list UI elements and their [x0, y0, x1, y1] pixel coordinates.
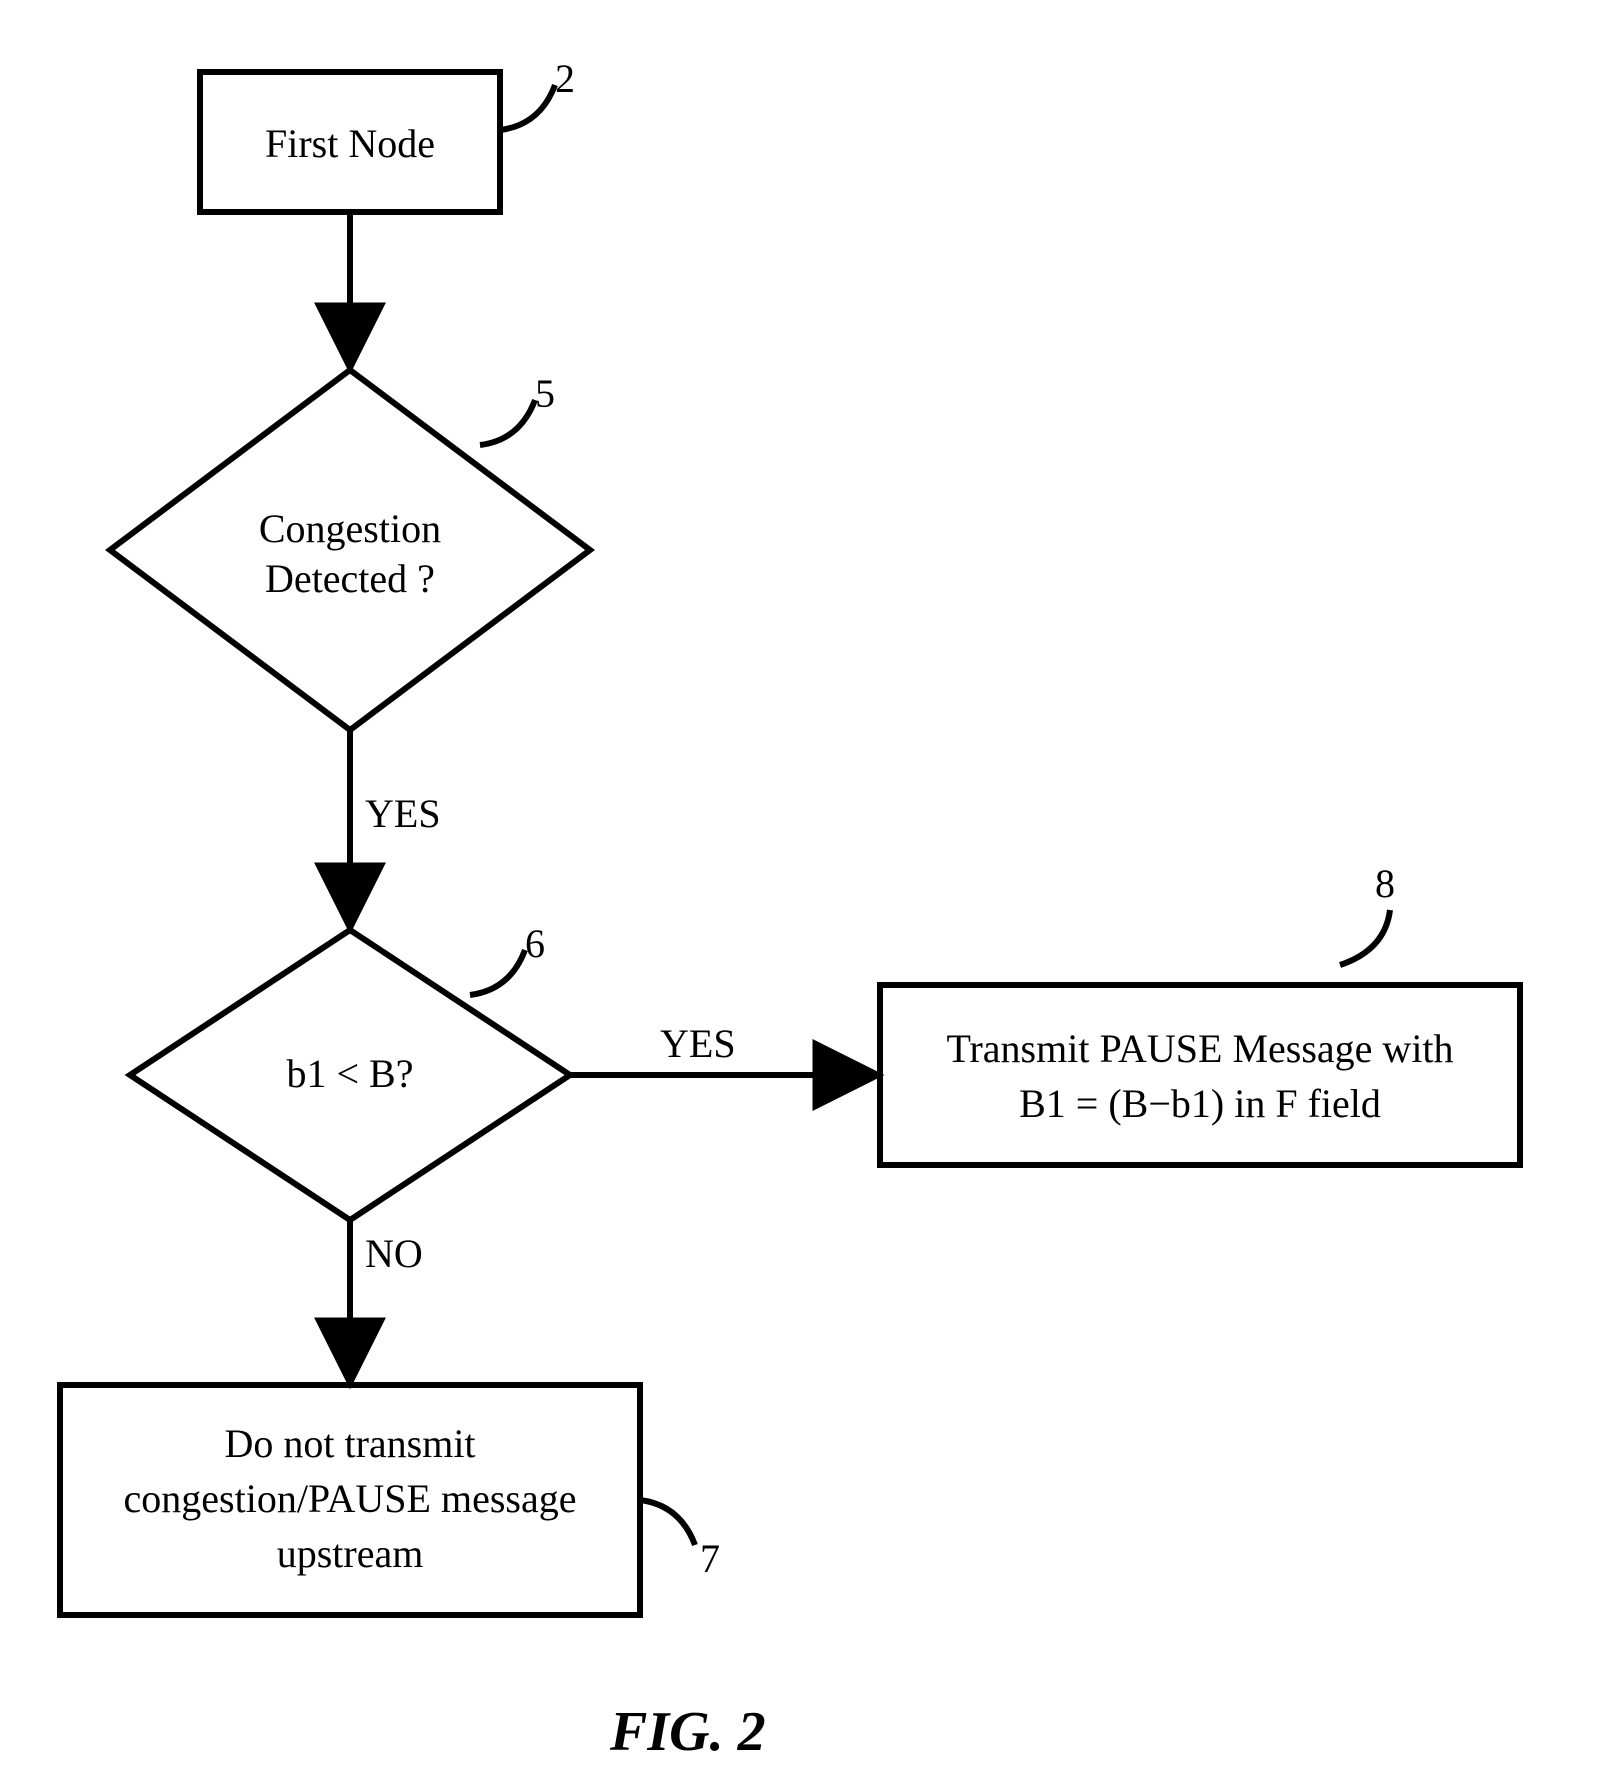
- box-first-node: [200, 72, 500, 212]
- flowchart-svg: [0, 0, 1617, 1791]
- diamond-compare: [130, 930, 570, 1220]
- flowchart: First Node 2 Congestion Detected ? 5 YES…: [0, 0, 1617, 1791]
- callout-2: [500, 85, 555, 130]
- callout-6: [470, 950, 525, 995]
- box-no-transmit: [60, 1385, 640, 1615]
- callout-5: [480, 400, 535, 445]
- figure-caption: FIG. 2: [610, 1700, 766, 1764]
- callout-7: [640, 1500, 695, 1545]
- box-transmit: [880, 985, 1520, 1165]
- callout-8: [1340, 910, 1390, 965]
